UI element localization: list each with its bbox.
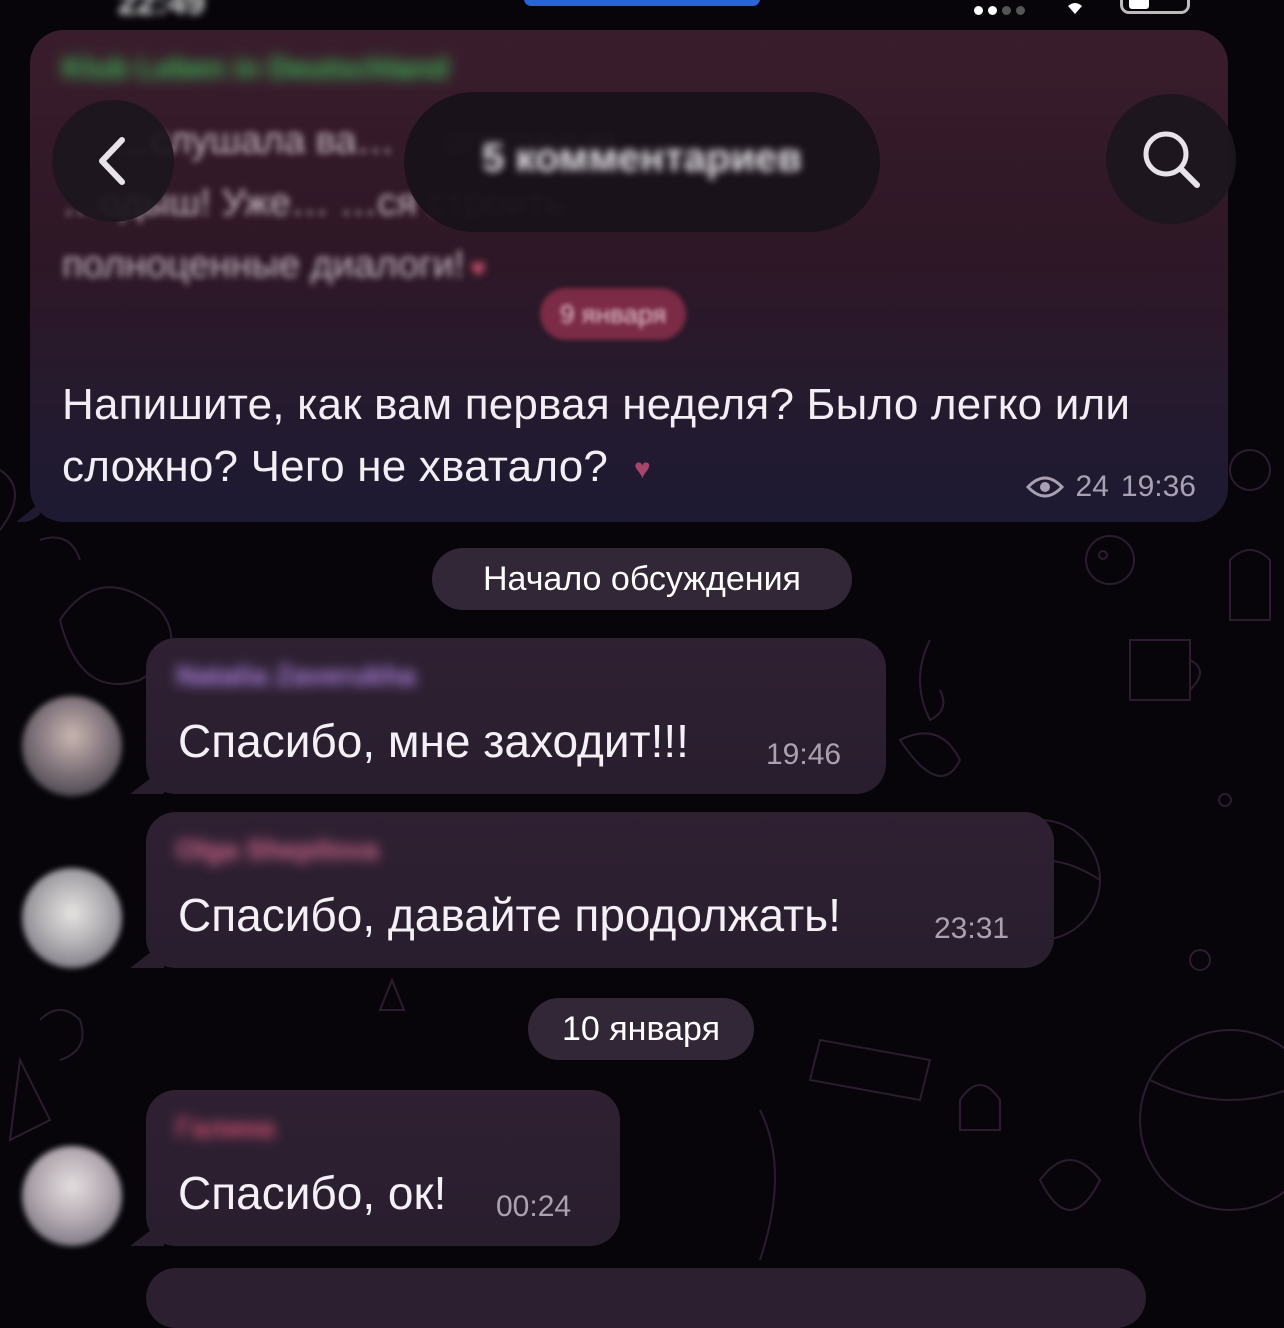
status-time: 22:49	[118, 0, 205, 22]
battery-icon	[1120, 0, 1190, 14]
dynamic-island-indicator	[524, 0, 760, 6]
avatar[interactable]	[22, 868, 122, 968]
comment-time: 23:31	[934, 912, 1010, 945]
comment-author[interactable]: Natalia Zaverukha	[176, 660, 416, 694]
search-button[interactable]	[1106, 94, 1236, 224]
comment-text: Спасибо, давайте продолжать!	[178, 889, 841, 941]
post-time: 19:36	[1120, 470, 1196, 503]
discussion-start-label: Начало обсуждения	[432, 548, 852, 610]
comment-author[interactable]: Галина	[176, 1112, 275, 1146]
views-eye-icon	[1025, 476, 1064, 498]
heart-icon: ♥	[634, 453, 651, 485]
date-separator: 10 января	[528, 998, 754, 1060]
post-meta: 24 19:36	[1025, 470, 1196, 504]
header-title-pill[interactable]: 5 комментариев	[404, 92, 880, 232]
comment-text: Спасибо, ок!	[178, 1167, 447, 1219]
heart-icon: ♥	[470, 253, 486, 283]
comment-bubble[interactable]: Natalia Zaverukha Спасибо, мне заходит!!…	[146, 638, 886, 794]
avatar[interactable]	[22, 1146, 122, 1246]
back-button[interactable]	[52, 100, 174, 222]
comment-time: 19:46	[766, 738, 842, 771]
avatar[interactable]	[22, 696, 122, 796]
post-preview-line: полноценные диалоги!	[62, 244, 465, 286]
wifi-icon	[1068, 3, 1082, 14]
comment-bubble[interactable]: Галина Спасибо, ок! 00:24	[146, 1090, 620, 1246]
comment-bubble[interactable]: Olga Shepilova Спасибо, давайте продолжа…	[146, 812, 1054, 968]
status-bar: 22:49	[0, 0, 1284, 22]
post-date-chip: 9 января	[540, 288, 687, 340]
page-title: 5 комментариев	[481, 136, 803, 180]
comment-author[interactable]: Olga Shepilova	[176, 834, 378, 868]
signal-icon	[974, 6, 1025, 16]
post-channel-name[interactable]: Klub Leben in Deutschland	[62, 52, 449, 86]
search-icon	[1143, 131, 1200, 188]
chevron-left-icon	[99, 137, 125, 185]
post-views-count: 24	[1075, 470, 1109, 503]
post-question: Напишите, как вам первая неделя? Было ле…	[62, 380, 1131, 491]
next-comment-bubble[interactable]	[146, 1268, 1146, 1328]
comment-time: 00:24	[496, 1190, 572, 1223]
comment-text: Спасибо, мне заходит!!!	[178, 715, 689, 767]
